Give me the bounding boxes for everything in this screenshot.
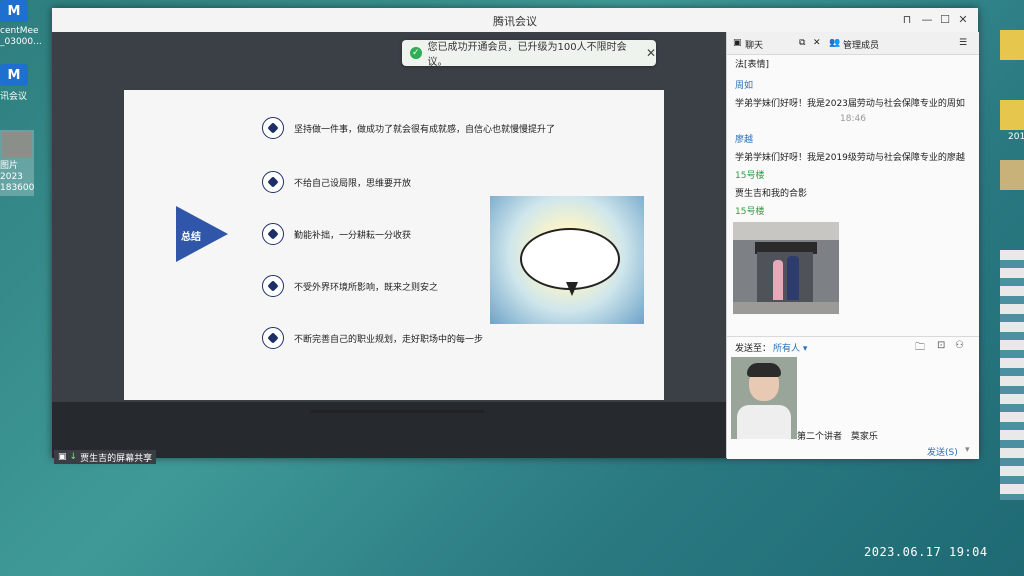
slide-bullet: 不给自己设局限，思维要开放 — [262, 170, 642, 194]
meeting-window: 腾讯会议 ⊓ — ☐ ✕ ✓ 您已成功开通会员，已升级为100人不限时会议。 ✕… — [52, 8, 979, 464]
chat-image-group-photo[interactable] — [733, 222, 839, 314]
chat-icon: ▣ — [733, 38, 742, 48]
desktop-icon-tencent-meeting-installer[interactable]: M centMee _03000... — [0, 0, 42, 48]
desktop-icon-column — [1000, 250, 1024, 500]
maximize-button[interactable]: ☐ — [938, 13, 952, 26]
pin-button[interactable]: ⊓ — [900, 13, 914, 26]
desktop-icon-label: centMee — [0, 26, 39, 36]
slide-bullet: 坚持做一件事，做成功了就会很有成就感，自信心也就慢慢提升了 — [262, 116, 642, 140]
soccer-ball-icon — [262, 117, 284, 139]
soccer-ball-icon — [262, 223, 284, 245]
photo-wall — [733, 222, 839, 240]
desktop-icon-label: 图片2023 — [0, 161, 23, 182]
check-circle-icon: ✓ — [410, 47, 422, 59]
chat-sender: 周如 — [735, 81, 754, 91]
desktop-icon-label: _03000... — [0, 37, 42, 47]
send-to-value: 所有人 — [773, 344, 801, 354]
chevron-down-icon: ▾ — [802, 344, 808, 354]
send-to-dropdown[interactable]: 所有人 ▾ — [773, 341, 807, 354]
photo-door — [757, 252, 813, 302]
window-title: 腾讯会议 — [493, 15, 537, 28]
send-button[interactable]: 发送(S) — [927, 445, 958, 458]
bullet-text: 勤能补拙，一分耕耘一分收获 — [294, 230, 412, 241]
send-to-label: 发送至： — [735, 344, 772, 354]
desktop-icon-photo[interactable]: 图片2023 183600 — [0, 130, 34, 196]
summary-label: 总结 — [181, 232, 201, 243]
membership-toast: ✓ 您已成功开通会员，已升级为100人不限时会议。 ✕ — [402, 40, 656, 68]
desktop-icon-label: 讯会议 — [0, 92, 28, 102]
bullet-text: 不受外界环境所影响，既来之则安之 — [294, 282, 439, 293]
chat-panel: ▣ 聊天 ⧉ ✕ 👥 管理成员 ☰ 法[表情] 周如 学弟学妹们好呀！我是202… — [726, 32, 979, 459]
chat-sender: 廖越 — [735, 135, 754, 145]
user-settings-icon[interactable]: ⚇ — [955, 340, 964, 351]
popout-icon[interactable]: ⧉ — [799, 38, 805, 48]
speech-bubble-icon — [520, 228, 620, 290]
chat-sender: 15号楼 — [735, 207, 765, 217]
file-icon[interactable]: 🗀 — [915, 340, 925, 357]
desktop-icon-tencent-meeting[interactable]: M 讯会议 — [0, 64, 28, 103]
chat-message-text: 学弟学妹们好呀！我是2023届劳动与社会保障专业的周如 — [735, 99, 965, 109]
toast-close-icon[interactable]: ✕ — [646, 46, 656, 60]
soccer-ball-icon — [262, 171, 284, 193]
photo-person — [787, 256, 799, 300]
minimize-button[interactable]: — — [920, 13, 934, 26]
participant-name: 莫家乐 — [850, 432, 878, 442]
close-chat-icon[interactable]: ✕ — [813, 38, 821, 48]
close-button[interactable]: ✕ — [956, 13, 970, 26]
compose-area: 发送至： 所有人 ▾ 🗀 ⊡ ⚇ 第二个讲者 莫家乐 发送(S) ▾ — [727, 336, 979, 459]
participant-video-thumbnail — [731, 357, 797, 439]
image-thumbnail-icon — [2, 132, 32, 158]
photo-floor — [733, 302, 839, 314]
shared-screen-area[interactable]: ✓ 您已成功开通会员，已升级为100人不限时会议。 ✕ 总结 坚持做一件事，做成… — [52, 32, 726, 464]
message-input[interactable]: 第二个讲者 莫家乐 — [797, 429, 967, 443]
speech-bubble-illustration — [490, 196, 644, 324]
bullet-text: 坚持做一件事，做成功了就会很有成就感，自信心也就慢慢提升了 — [294, 124, 556, 135]
slide-scroll-indicator[interactable] — [310, 410, 484, 413]
desktop-icon-right-folder[interactable] — [1000, 100, 1024, 130]
desktop-icon-right-file[interactable] — [1000, 160, 1024, 190]
chat-message-text: 法[表情] — [735, 60, 770, 70]
tab-manage-members[interactable]: 管理成员 — [843, 38, 879, 51]
chat-message-text: 贾生吉和我的合影 — [735, 189, 808, 199]
photo-timestamp-overlay: 2023.06.17 19:04 — [864, 545, 988, 559]
screen-share-owner: 贾生吉的屏幕共享 — [80, 453, 153, 464]
send-options-chevron-icon[interactable]: ▾ — [965, 445, 970, 455]
bullet-text: 不断完善自己的职业规划，走好职场中的每一步 — [294, 334, 484, 345]
members-icon: 👥 — [829, 38, 841, 48]
participant-shirt — [737, 405, 791, 439]
soccer-ball-icon — [262, 327, 284, 349]
tencent-meeting-logo-icon: M — [0, 64, 28, 86]
soccer-ball-icon — [262, 275, 284, 297]
chat-tab-bar: ▣ 聊天 ⧉ ✕ 👥 管理成员 ☰ — [727, 32, 979, 55]
message-input-text: 第二个讲者 — [797, 432, 843, 442]
speech-bubble-tail — [566, 282, 578, 296]
chat-timestamp: 18:46 — [840, 114, 866, 124]
chat-message-text: 学弟学妹们好呀！我是2019级劳动与社会保障专业的廖越 — [735, 153, 965, 163]
chat-sender: 15号楼 — [735, 171, 765, 181]
bullet-text: 不给自己设局限，思维要开放 — [294, 178, 412, 189]
participant-hair — [747, 363, 781, 377]
photo-person — [773, 260, 783, 300]
screenshot-icon[interactable]: ⊡ — [937, 340, 945, 351]
presentation-slide: 总结 坚持做一件事，做成功了就会很有成就感，自信心也就慢慢提升了 不给自己设局限… — [124, 90, 664, 400]
screen-share-label: ▣ ↓ 贾生吉的屏幕共享 — [54, 450, 157, 464]
desktop-icon-right-folder[interactable] — [1000, 30, 1024, 60]
menu-icon[interactable]: ☰ — [959, 38, 967, 48]
tencent-meeting-logo-icon: M — [0, 0, 28, 22]
microphone-icon: ↓ — [69, 452, 78, 462]
toast-text: 您已成功开通会员，已升级为100人不限时会议。 — [427, 42, 627, 68]
desktop-icon-label: 201 — [1008, 132, 1024, 142]
window-titlebar: 腾讯会议 ⊓ — ☐ ✕ — [52, 8, 978, 33]
slide-bullet: 不断完善自己的职业规划，走好职场中的每一步 — [262, 326, 642, 350]
tab-chat[interactable]: 聊天 — [745, 38, 763, 51]
desktop-icon-label: 183600 — [0, 183, 35, 193]
screen-share-icon: ▣ — [58, 452, 67, 462]
